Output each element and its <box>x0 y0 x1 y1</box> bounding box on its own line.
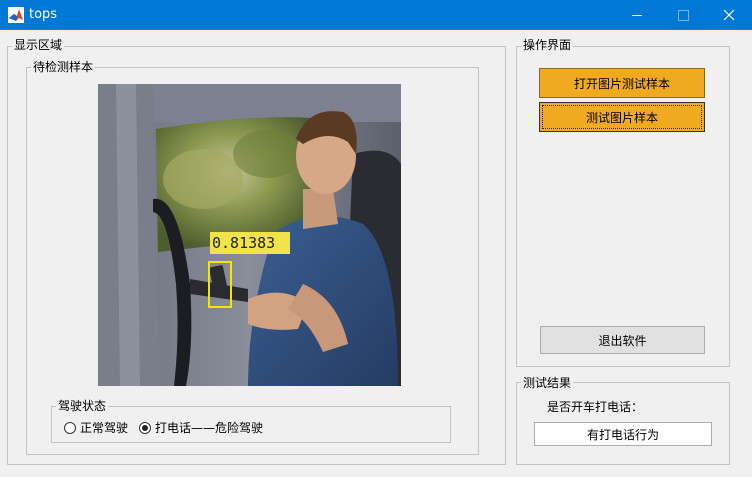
result-answer-field: 有打电话行为 <box>534 422 712 446</box>
maximize-icon <box>677 9 689 21</box>
maximize-button[interactable] <box>660 0 706 30</box>
test-image-button[interactable]: 测试图片样本 <box>539 102 705 132</box>
display-area-label: 显示区域 <box>12 38 65 52</box>
minimize-icon <box>632 14 642 16</box>
result-panel-label: 测试结果 <box>521 376 574 390</box>
close-button[interactable] <box>706 0 752 30</box>
detection-score-label: 0.81383 <box>210 232 290 254</box>
exit-button[interactable]: 退出软件 <box>540 326 705 354</box>
minimize-button[interactable] <box>614 0 660 30</box>
radio-phone-label: 打电话——危险驾驶 <box>155 421 264 435</box>
radio-normal-label: 正常驾驶 <box>80 421 129 435</box>
window-title: tops <box>29 7 58 22</box>
radio-phone-indicator[interactable] <box>139 421 151 434</box>
radio-normal-driving[interactable]: 正常驾驶 <box>64 419 128 436</box>
close-icon <box>723 9 735 21</box>
result-question: 是否开车打电话： <box>547 400 644 414</box>
title-bar[interactable]: tops <box>0 0 752 30</box>
detection-bounding-box <box>208 261 232 308</box>
radio-phone-driving[interactable]: 打电话——危险驾驶 <box>139 419 263 436</box>
open-image-button[interactable]: 打开图片测试样本 <box>539 68 705 98</box>
matlab-icon <box>8 7 24 23</box>
operation-panel-label: 操作界面 <box>521 38 574 52</box>
radio-normal-indicator[interactable] <box>64 421 76 434</box>
sample-panel-label: 待检测样本 <box>31 60 96 74</box>
driving-state-label: 驾驶状态 <box>56 399 109 413</box>
